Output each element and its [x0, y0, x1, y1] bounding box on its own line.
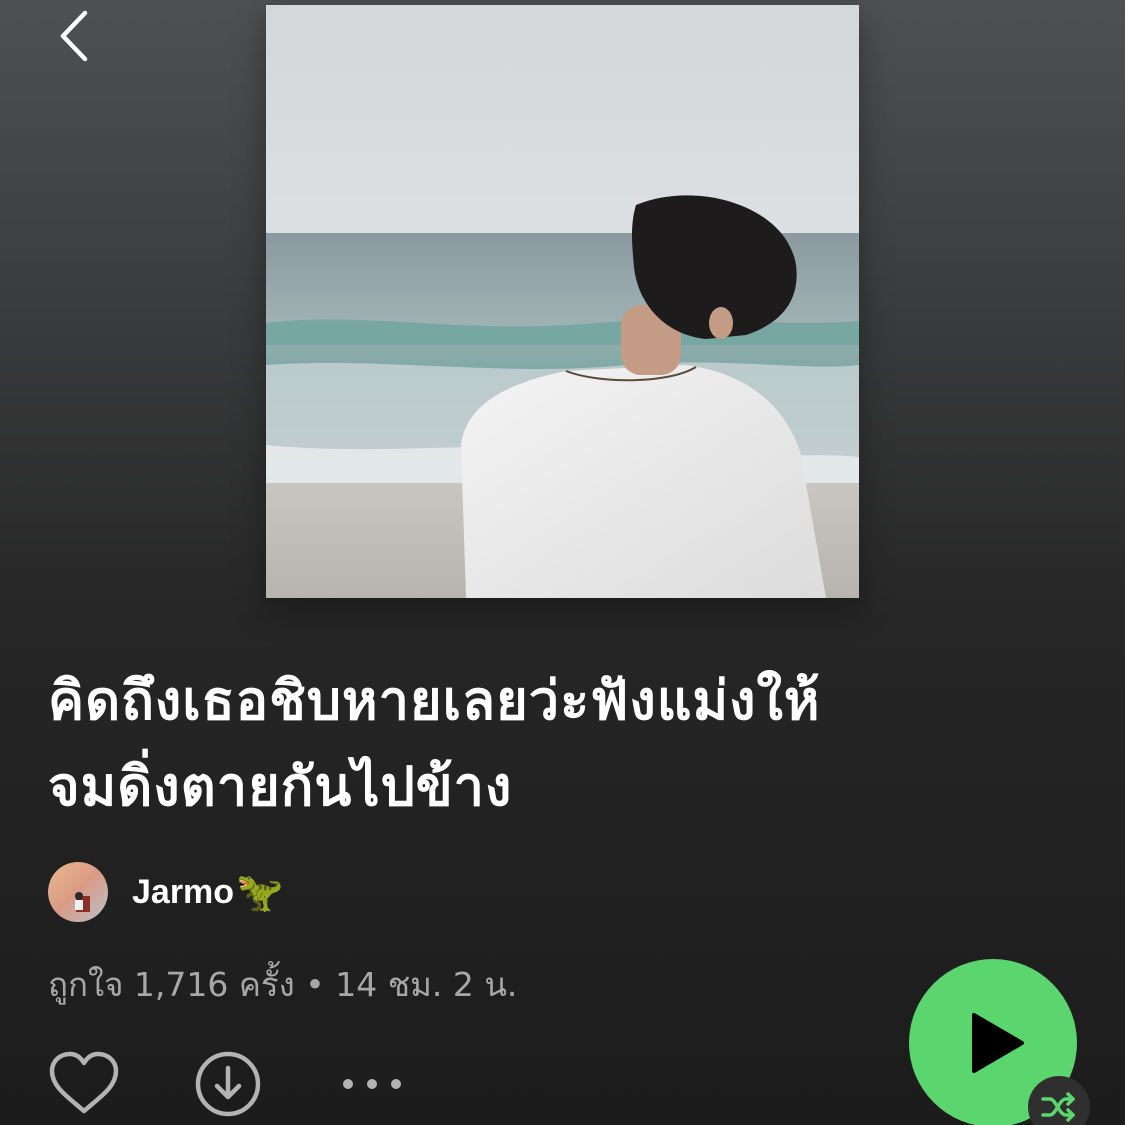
owner-name: Jarmo	[132, 872, 235, 911]
playlist-owner[interactable]: Jarmo 🦖	[48, 862, 283, 922]
shuffle-icon	[1041, 1092, 1075, 1122]
download-circle-icon	[195, 1051, 261, 1117]
like-button[interactable]	[46, 1048, 122, 1120]
playlist-title: คิดถึงเธอชิบหายเลยว่ะฟังแม่งให้ จมดิ่งตา…	[48, 658, 1088, 830]
owner-emoji: 🦖	[236, 869, 284, 914]
playlist-title-line-1: คิดถึงเธอชิบหายเลยว่ะฟังแม่งให้	[48, 669, 821, 732]
back-button[interactable]	[44, 6, 104, 66]
owner-avatar	[48, 862, 108, 922]
more-options-button[interactable]	[338, 1066, 406, 1102]
playlist-meta: ถูกใจ 1,716 ครั้ง • 14 ชม. 2 น.	[48, 965, 518, 1004]
playlist-cover-image	[266, 5, 859, 598]
chevron-left-icon	[60, 10, 88, 62]
shuffle-button[interactable]	[1028, 1076, 1090, 1125]
more-dots-icon	[343, 1079, 401, 1089]
play-icon	[972, 1013, 1024, 1073]
download-button[interactable]	[194, 1050, 262, 1118]
playlist-title-line-2: จมดิ่งตายกันไปข้าง	[48, 755, 513, 818]
heart-outline-icon	[49, 1051, 119, 1114]
